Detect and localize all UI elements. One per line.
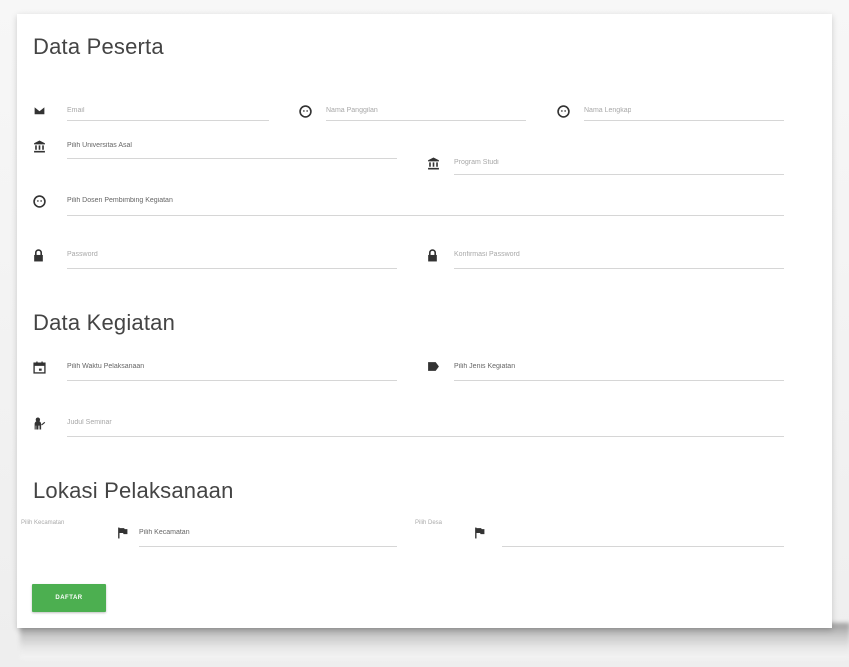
password-confirm-placeholder: Konfirmasi Password <box>454 251 520 258</box>
study-program-underline <box>454 174 784 175</box>
email-placeholder: Email <box>67 107 85 114</box>
activity-time-underline <box>67 380 397 381</box>
university-underline <box>67 158 397 159</box>
password-placeholder: Password <box>67 251 98 258</box>
advisor-select[interactable]: Pilih Dosen Pembimbing Kegiatan <box>33 195 783 215</box>
section-title-participant: Data Peserta <box>33 34 164 59</box>
village-label: Pilih Desa <box>415 520 443 526</box>
activity-time-value: Pilih Waktu Pelaksanaan <box>67 363 145 370</box>
village-underline <box>502 546 784 547</box>
advisor-value: Pilih Dosen Pembimbing Kegiatan <box>67 197 173 204</box>
registration-form-card: Data Peserta Email Nama Panggilan Nama L… <box>17 14 832 628</box>
study-program-placeholder: Program Studi <box>454 159 499 166</box>
seminar-title-underline <box>67 436 784 437</box>
fullname-field[interactable]: Nama Lengkap <box>557 105 783 125</box>
fullname-placeholder: Nama Lengkap <box>584 107 632 114</box>
label-icon <box>427 361 441 375</box>
face-icon <box>299 105 313 119</box>
email-underline <box>67 120 269 121</box>
card-shadow <box>20 623 849 659</box>
fullname-underline <box>584 120 784 121</box>
section-title-activity: Data Kegiatan <box>33 310 176 335</box>
nickname-field[interactable]: Nama Panggilan <box>299 105 525 125</box>
nickname-underline <box>326 120 526 121</box>
district-underline <box>139 546 397 547</box>
password-confirm-underline <box>454 268 784 269</box>
register-button[interactable]: DAFTAR <box>32 584 106 612</box>
nickname-placeholder: Nama Panggilan <box>326 107 378 114</box>
university-select[interactable]: Pilih Universitas Asal <box>33 140 397 160</box>
flag-icon <box>117 527 131 541</box>
activity-time-select[interactable]: Pilih Waktu Pelaksanaan <box>33 361 397 381</box>
envelope-icon <box>33 105 47 119</box>
lock-icon <box>427 249 441 263</box>
advisor-underline <box>67 215 784 216</box>
email-field[interactable]: Email <box>33 105 269 125</box>
university-value: Pilih Universitas Asal <box>67 142 132 149</box>
password-confirm-field[interactable]: Konfirmasi Password <box>427 249 783 269</box>
bank-icon <box>427 157 441 171</box>
person-icon <box>33 417 47 431</box>
face-icon <box>33 195 47 209</box>
village-select[interactable] <box>474 527 784 547</box>
flag-icon <box>474 527 488 541</box>
calendar-icon <box>33 361 47 375</box>
password-field[interactable]: Password <box>33 249 397 269</box>
section-title-location: Lokasi Pelaksanaan <box>33 478 234 503</box>
activity-type-value: Pilih Jenis Kegiatan <box>454 363 516 370</box>
face-icon <box>557 105 571 119</box>
district-value: Pilih Kecamatan <box>139 529 190 536</box>
activity-type-underline <box>454 380 784 381</box>
activity-type-select[interactable]: Pilih Jenis Kegiatan <box>427 361 783 381</box>
seminar-title-field[interactable]: Judul Seminar <box>33 417 783 437</box>
bank-icon <box>33 140 47 154</box>
district-label: Pilih Kecamatan <box>21 520 65 526</box>
password-underline <box>67 268 397 269</box>
seminar-title-placeholder: Judul Seminar <box>67 419 112 426</box>
lock-icon <box>33 249 47 263</box>
district-select[interactable]: Pilih Kecamatan <box>117 527 397 547</box>
